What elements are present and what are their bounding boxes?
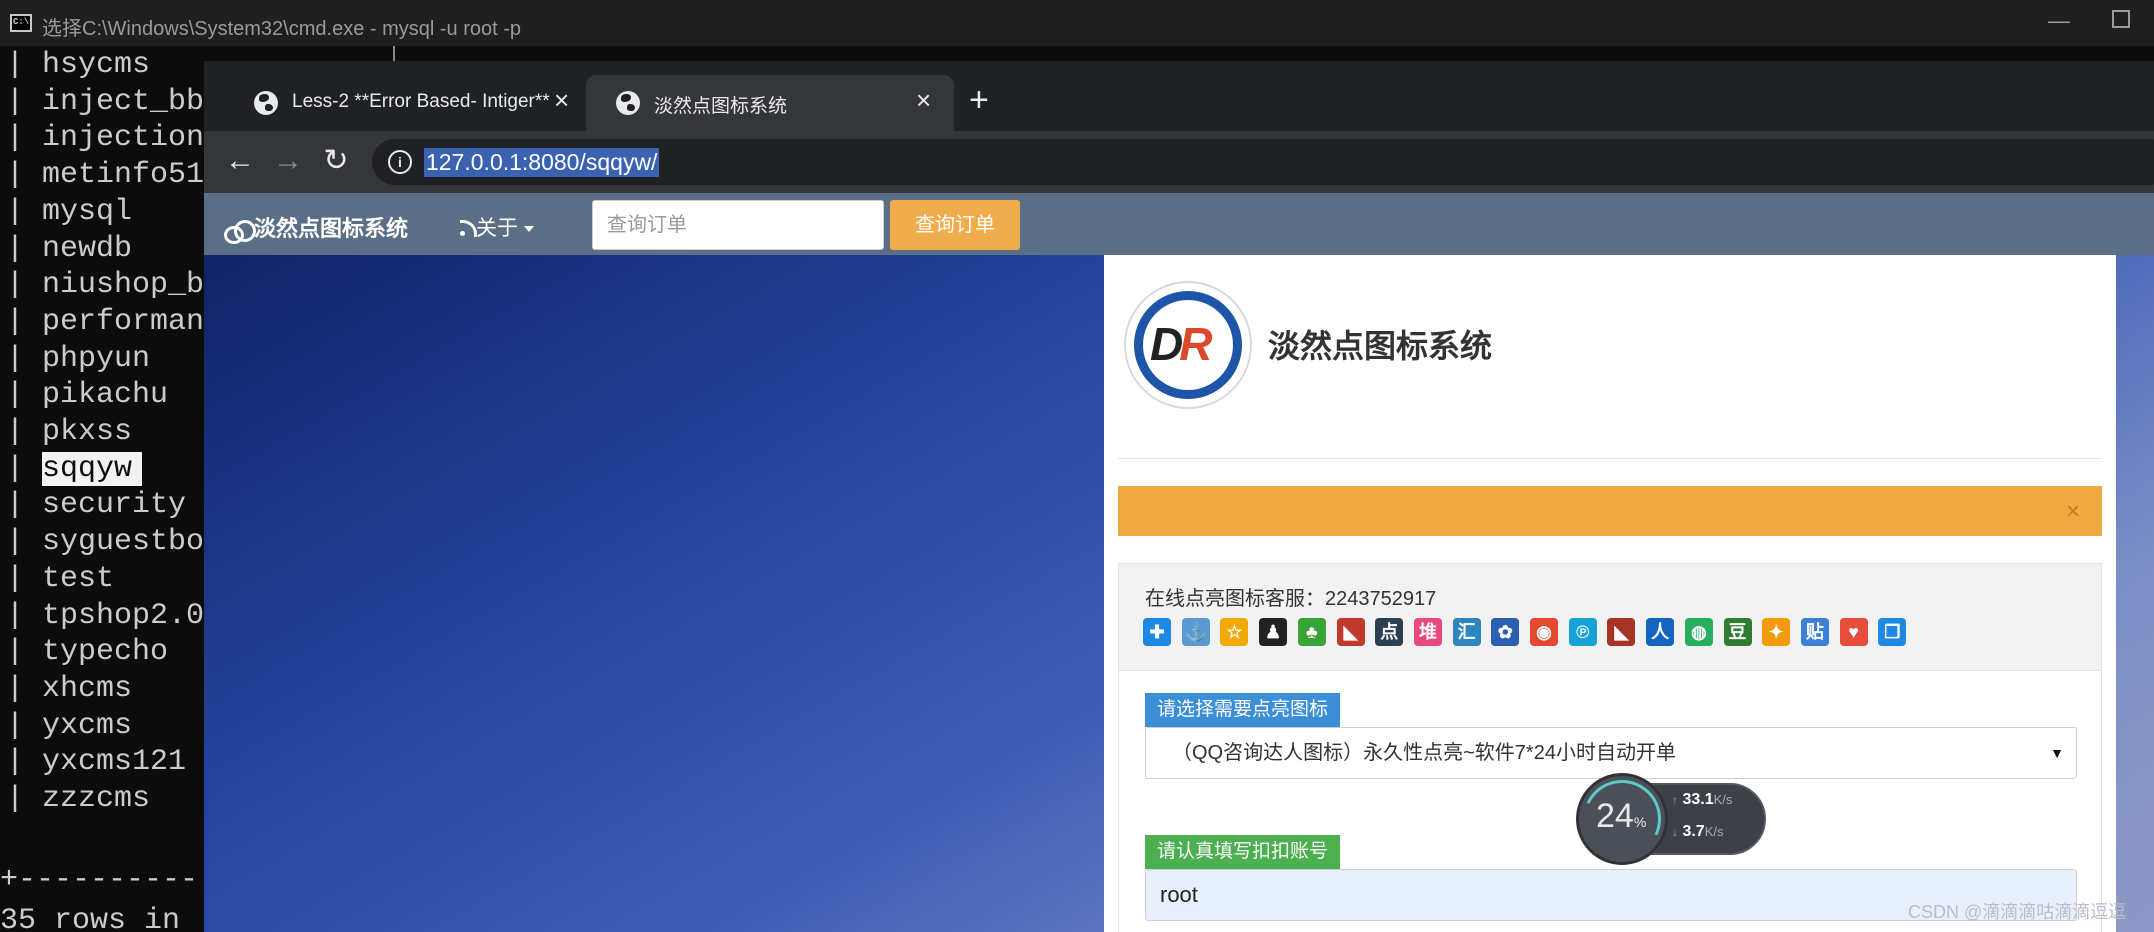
database-row: | tpshop2.0 [6,598,205,633]
database-row: | inject_bb [6,84,205,119]
hui-icon[interactable]: 汇 [1452,618,1481,646]
caret-down-icon [524,226,534,232]
dropdown-caret-icon: ▼ [2050,745,2064,761]
database-row: | phpyun [6,341,151,376]
database-row: | metinfo51 [6,158,205,193]
star-icon[interactable]: ☆ [1220,618,1249,646]
rss-icon [460,220,477,237]
about-dropdown[interactable]: 关于 [460,212,534,242]
upload-speed: ↑ 33.1K/s [1672,791,1733,808]
site-name-heading: 淡然点图标系统 [1268,328,1493,364]
tab-strip: Less-2 **Error Based- Intiger** × 淡然点图标系… [204,61,2154,131]
flag-red-icon[interactable]: ◣ [1336,618,1365,646]
reload-icon[interactable]: ↻ [318,143,354,179]
qq-penguin-icon[interactable]: ♟ [1259,618,1288,646]
pinwheel-icon[interactable]: ✦ [1762,618,1791,646]
clover-icon[interactable]: ♣ [1297,618,1326,646]
browser-toolbar: ← → ↻ i 127.0.0.1:8080/sqqyw/ [204,131,2154,193]
database-row: | mysql [6,194,133,229]
flag-dark-icon[interactable]: ◣ [1607,618,1636,646]
tie-icon[interactable]: 贴 [1800,618,1829,646]
database-row: | xhcms [6,671,133,706]
divider [1118,458,2102,459]
info-icon[interactable]: i [388,150,412,174]
order-search-button[interactable]: 查询订单 [890,200,1020,250]
qq-account-label: 请认真填写扣扣账号 [1145,835,1341,869]
alert-bar: × [1118,486,2102,536]
browser-window: Less-2 **Error Based- Intiger** × 淡然点图标系… [204,61,2154,932]
site-navbar: 淡然点图标系统 关于 查询订单 查询订单 [204,193,2154,255]
cmd-window-title: 选择C:\Windows\System32\cmd.exe - mysql -u… [42,18,522,40]
network-speed-widget[interactable]: 24% ↑ 33.1K/s ↓ 3.7K/s [1572,769,1766,869]
url-text[interactable]: 127.0.0.1:8080/sqqyw/ [424,148,660,177]
site-brand[interactable]: 淡然点图标系统 [224,211,409,244]
tab-close-icon[interactable]: × [916,85,931,115]
database-row: | yxcms121 [6,745,187,780]
database-row: | niushop_b [6,268,205,303]
database-row: | sqqyw [6,451,143,487]
icon-select-dropdown[interactable]: （QQ咨询达人图标）永久性点亮~软件7*24小时自动开单 ▼ [1145,727,2077,779]
service-box: 在线点亮图标客服：2243752917 ✚ ⚓ ☆ ♟ ♣ ◣ 点堆汇 ✿ ◉ ℗ ◣ 人 ◍ 豆 ✦ 贴 ♥ ❐ [1118,563,2102,671]
cloud-icon [224,220,256,244]
tab-close-icon[interactable]: × [554,85,569,115]
database-row: | performanc [6,304,223,339]
heart-icon[interactable]: ♥ [1839,618,1868,646]
database-row: | test [6,561,115,596]
database-row: | typecho [6,635,169,670]
tab-less-2[interactable]: Less-2 **Error Based- Intiger** × [224,75,579,131]
p-icon[interactable]: ℗ [1568,618,1597,646]
cmd-console[interactable]: | hsycms | inject_bb | injection | metinfo5… [0,46,222,932]
download-speed: ↓ 3.7K/s [1672,823,1724,840]
database-row: | syguestboo [6,525,223,560]
rows-count-text: 35 rows in [0,904,181,932]
tab-label: 淡然点图标系统 [654,96,788,117]
back-arrow-icon[interactable]: ← [222,143,258,179]
weibo-icon[interactable]: ◉ [1530,618,1558,646]
database-row: | hsycms [6,48,151,82]
dou-icon[interactable]: 豆 [1723,618,1752,646]
minimize-button[interactable]: — [2048,8,2070,34]
service-contact-text: 在线点亮图标客服：2243752917 [1145,588,1437,610]
person-icon[interactable]: 人 [1646,618,1675,646]
database-row: | injection [6,121,205,156]
globe-icon [254,91,278,115]
plus-icon[interactable]: ✚ [1143,618,1171,646]
tab-icon-system[interactable]: 淡然点图标系统 × [586,75,954,131]
database-row: | security [6,488,187,523]
database-row: | zzzcms [6,782,151,816]
tab-label: Less-2 **Error Based- Intiger** [292,91,550,112]
wechat-icon[interactable]: ◍ [1684,618,1713,646]
icon-select-value: （QQ咨询达人图标）永久性点亮~软件7*24小时自动开单 [1172,742,1676,764]
site-logo: DR [1124,281,1252,409]
database-row: | newdb [6,231,133,266]
order-search-input[interactable]: 查询订单 [592,200,884,250]
paw-icon[interactable]: ✿ [1491,618,1520,646]
database-row: | pkxss [6,415,133,449]
dian-icon[interactable]: 点 [1375,618,1404,646]
globe-icon [616,91,640,115]
maximize-button[interactable] [2112,10,2130,28]
close-icon[interactable]: × [2066,500,2080,524]
icon-select-label: 请选择需要点亮图标 [1145,693,1341,727]
cpu-percent: 24% [1596,797,1647,835]
dui-icon[interactable]: 堆 [1413,618,1442,646]
cmd-title-bar: C:\ 选择C:\Windows\System32\cmd.exe - mysq… [0,0,2154,46]
web-page: 淡然点图标系统 关于 查询订单 查询订单 DR 淡然点图标系统 × 在线点亮图标… [204,193,2154,932]
about-label: 关于 [476,217,518,240]
table-separator: +---------- [0,863,199,897]
brand-text: 淡然点图标系统 [254,216,409,241]
copy-icon[interactable]: ❐ [1878,618,1907,646]
forward-arrow-icon[interactable]: → [270,143,306,179]
anchor-icon[interactable]: ⚓ [1181,618,1210,646]
cmd-icon: C:\ [10,14,32,32]
database-row: | yxcms [6,708,133,743]
address-bar[interactable]: i 127.0.0.1:8080/sqqyw/ [372,139,2154,185]
database-row: | pikachu [6,378,169,413]
csdn-watermark: CSDN @滴滴滴咕滴滴逗逗 [1908,902,2127,922]
new-tab-button[interactable]: + [969,83,989,117]
